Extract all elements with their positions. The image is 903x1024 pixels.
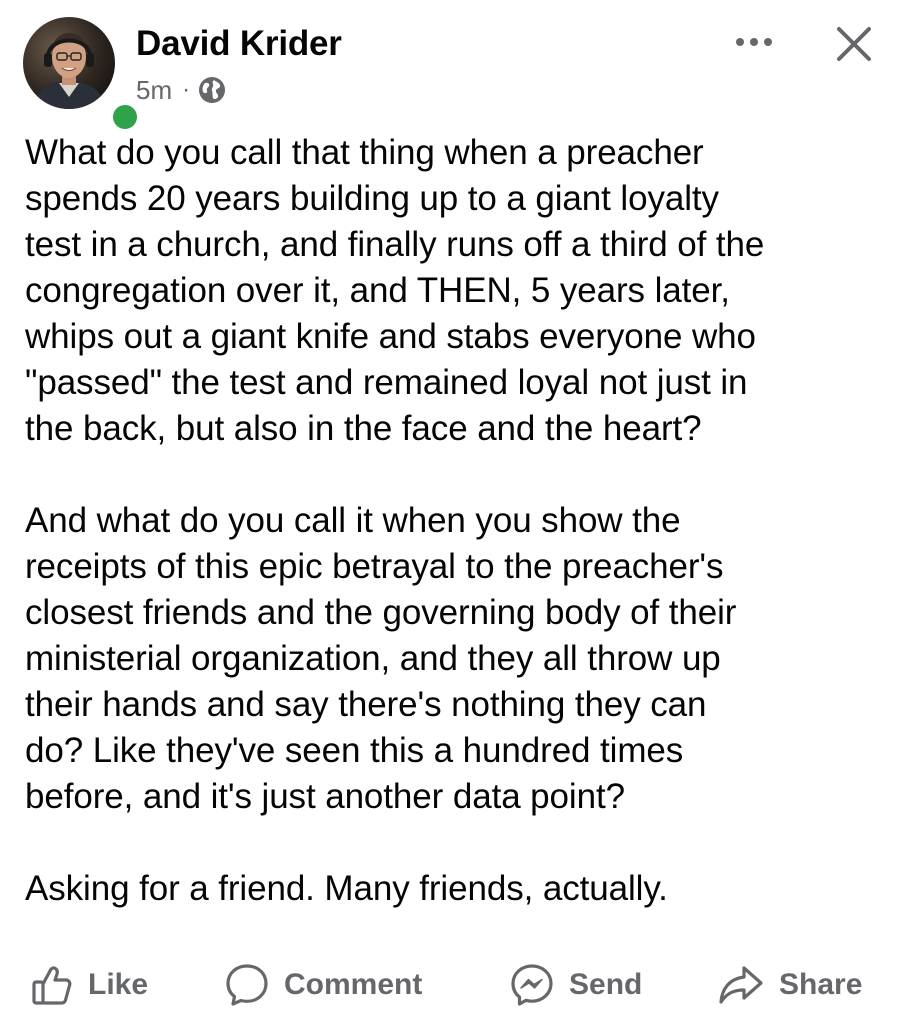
meta-separator: · xyxy=(182,76,191,103)
comment-button[interactable]: Comment xyxy=(224,960,422,1010)
close-button[interactable] xyxy=(830,20,878,68)
messenger-icon xyxy=(511,964,553,1006)
like-label: Like xyxy=(88,968,149,1001)
thumbs-up-icon xyxy=(32,966,72,1005)
post-paragraph-3: Asking for a friend. Many friends, actua… xyxy=(25,869,668,908)
post-action-bar: Like Comment Send Share xyxy=(0,950,903,1020)
post-paragraph-1: What do you call that thing when a preac… xyxy=(25,133,765,448)
share-button[interactable]: Share xyxy=(717,960,862,1010)
author-name[interactable]: David Krider xyxy=(136,24,342,64)
like-button[interactable]: Like xyxy=(30,960,148,1010)
share-label: Share xyxy=(779,968,863,1001)
send-button[interactable]: Send xyxy=(509,960,642,1010)
avatar-container[interactable] xyxy=(23,17,141,133)
globe-icon[interactable] xyxy=(198,76,226,104)
post-meta: 5m · xyxy=(136,74,226,106)
share-arrow-icon xyxy=(719,966,763,1004)
post-paragraph-2: And what do you call it when you show th… xyxy=(25,501,737,816)
comment-bubble-icon xyxy=(226,964,268,1006)
more-horizontal-icon xyxy=(736,38,772,46)
comment-label: Comment xyxy=(284,968,423,1001)
avatar[interactable] xyxy=(23,17,115,109)
send-label: Send xyxy=(569,968,643,1001)
post-timestamp[interactable]: 5m xyxy=(136,75,172,106)
close-icon xyxy=(837,27,871,61)
more-options-button[interactable] xyxy=(728,26,780,58)
post-header: David Krider 5m · xyxy=(0,0,903,133)
post-body: What do you call that thing when a preac… xyxy=(25,130,885,912)
